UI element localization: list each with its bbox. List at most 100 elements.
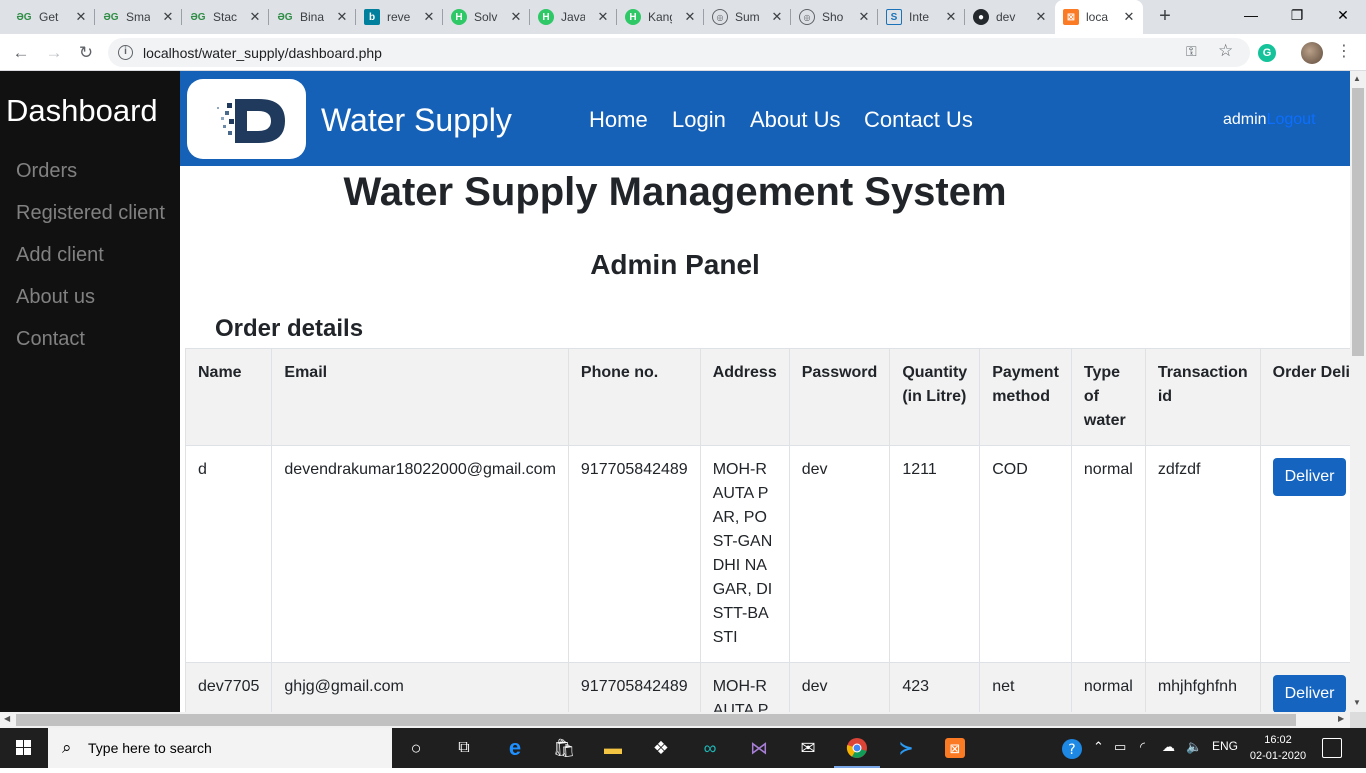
- hackerrank-icon: H: [625, 9, 641, 25]
- browser-tab[interactable]: ◎ Sum ✕: [704, 0, 791, 34]
- scrollbar-thumb[interactable]: [1352, 88, 1364, 356]
- task-view-icon[interactable]: ⧉: [452, 736, 476, 760]
- key-icon[interactable]: ⚿: [1186, 43, 1197, 60]
- url-text[interactable]: localhost/water_supply/dashboard.php: [143, 45, 382, 61]
- grammarly-icon[interactable]: G: [1258, 44, 1276, 62]
- logout-link[interactable]: Logout: [1267, 111, 1316, 128]
- scrollbar-thumb[interactable]: [16, 714, 1296, 726]
- info-icon[interactable]: i: [118, 45, 133, 60]
- close-tab-icon[interactable]: ✕: [73, 9, 89, 25]
- sidebar-item-add-client[interactable]: Add client: [16, 244, 104, 267]
- nav-about-us[interactable]: About Us: [750, 107, 841, 133]
- close-tab-icon[interactable]: ✕: [856, 9, 872, 25]
- sidebar-item-contact[interactable]: Contact: [16, 328, 85, 351]
- help-icon[interactable]: ?: [1060, 737, 1084, 761]
- close-tab-icon[interactable]: ✕: [508, 9, 524, 25]
- chrome-icon[interactable]: [845, 736, 869, 760]
- bookmark-star-icon[interactable]: ☆: [1218, 41, 1233, 61]
- browser-tab-active[interactable]: ⊠ loca ✕: [1055, 0, 1143, 34]
- avatar[interactable]: [1301, 42, 1323, 64]
- close-tab-icon[interactable]: ✕: [769, 9, 785, 25]
- section-title: Order details: [215, 315, 364, 342]
- close-tab-icon[interactable]: ✕: [595, 9, 611, 25]
- deliver-button[interactable]: Deliver: [1272, 675, 1347, 712]
- browser-tab[interactable]: ƏG Stac ✕: [182, 0, 269, 34]
- back-icon[interactable]: ←: [9, 41, 33, 65]
- scroll-down-icon[interactable]: ▼: [1353, 698, 1361, 707]
- sidebar-item-about-us[interactable]: About us: [16, 286, 95, 309]
- tab-title: reve: [387, 10, 411, 24]
- cortana-icon[interactable]: ○: [404, 736, 428, 760]
- reload-icon[interactable]: ↻: [74, 41, 98, 65]
- close-tab-icon[interactable]: ✕: [334, 9, 350, 25]
- close-tab-icon[interactable]: ✕: [247, 9, 263, 25]
- scroll-up-icon[interactable]: ▲: [1353, 74, 1361, 83]
- file-explorer-icon[interactable]: ▬: [601, 736, 625, 760]
- notification-icon[interactable]: [1322, 738, 1342, 758]
- browser-tab[interactable]: ƏG Get ✕: [8, 0, 95, 34]
- taskbar-search[interactable]: ⌕ Type here to search: [48, 728, 392, 768]
- visual-studio-icon[interactable]: ⋈: [747, 736, 771, 760]
- tab-title: Inte: [909, 10, 930, 24]
- windows-start-icon[interactable]: [0, 728, 48, 768]
- xampp-taskbar-icon[interactable]: ⊠: [943, 736, 967, 760]
- username: admin: [1223, 111, 1267, 128]
- browser-tab[interactable]: ƏG Bina ✕: [269, 0, 356, 34]
- tab-title: Bina: [300, 10, 324, 24]
- wifi-icon[interactable]: ◜: [1140, 739, 1145, 755]
- mail-icon[interactable]: ✉: [796, 736, 820, 760]
- sidebar-item-orders[interactable]: Orders: [16, 160, 77, 183]
- site-title[interactable]: Water Supply: [321, 102, 512, 139]
- arduino-icon[interactable]: ∞: [698, 736, 722, 760]
- new-tab-icon[interactable]: +: [1154, 5, 1176, 27]
- nav-login[interactable]: Login: [672, 107, 726, 133]
- scroll-right-icon[interactable]: ▶: [1338, 714, 1344, 723]
- address-bar[interactable]: i localhost/water_supply/dashboard.php ⚿…: [108, 38, 1250, 67]
- cell-transaction: zdfzdf: [1144, 445, 1261, 663]
- minimize-icon[interactable]: —: [1228, 0, 1274, 30]
- browser-tab[interactable]: ƏG Sma ✕: [95, 0, 182, 34]
- browser-tab[interactable]: H Solv ✕: [443, 0, 530, 34]
- clock[interactable]: 16:02 02-01-2020: [1248, 732, 1308, 764]
- menu-icon[interactable]: ⋮: [1336, 42, 1352, 62]
- horizontal-scrollbar[interactable]: ◀ ▶: [0, 712, 1350, 728]
- close-tab-icon[interactable]: ✕: [1121, 9, 1137, 25]
- nav-home[interactable]: Home: [589, 107, 648, 133]
- language-indicator[interactable]: ENG: [1212, 739, 1238, 753]
- close-tab-icon[interactable]: ✕: [682, 9, 698, 25]
- volume-icon[interactable]: 🔈: [1186, 739, 1202, 755]
- scroll-left-icon[interactable]: ◀: [4, 714, 10, 723]
- column-header: Name: [184, 348, 273, 446]
- close-tab-icon[interactable]: ✕: [1033, 9, 1049, 25]
- restore-icon[interactable]: ❐: [1274, 0, 1320, 30]
- taskbar: ⌕ Type here to search ○ ⧉ e 🛍 ▬ ❖ ∞ ⋈ ✉ …: [0, 728, 1366, 768]
- store-icon[interactable]: 🛍: [552, 736, 576, 760]
- cell-transaction: mhjhfghfnh: [1144, 662, 1261, 712]
- geeksforgeeks-icon: ƏG: [190, 11, 206, 23]
- close-tab-icon[interactable]: ✕: [943, 9, 959, 25]
- vscode-icon[interactable]: ≻: [894, 736, 918, 760]
- tab-title: Solv: [474, 10, 498, 24]
- chevron-up-icon[interactable]: ⌃: [1093, 739, 1104, 755]
- browser-tab[interactable]: b reve ✕: [356, 0, 443, 34]
- onedrive-icon[interactable]: ☁: [1162, 739, 1175, 755]
- close-tab-icon[interactable]: ✕: [421, 9, 437, 25]
- battery-icon[interactable]: ▭: [1114, 739, 1126, 755]
- browser-tab[interactable]: H Kang ✕: [617, 0, 704, 34]
- browser-tab[interactable]: H Java ✕: [530, 0, 617, 34]
- browser-tab[interactable]: S Inte ✕: [878, 0, 965, 34]
- browser-tab[interactable]: ◎ Sho ✕: [791, 0, 878, 34]
- dropbox-icon[interactable]: ❖: [649, 736, 673, 760]
- deliver-button[interactable]: Deliver: [1272, 458, 1347, 496]
- sidebar-item-registered-client[interactable]: Registered client: [16, 202, 165, 225]
- site-logo[interactable]: [187, 79, 306, 159]
- edge-icon[interactable]: e: [503, 735, 527, 760]
- vertical-scrollbar[interactable]: ▲ ▼: [1350, 71, 1366, 712]
- nav-contact-us[interactable]: Contact Us: [864, 107, 973, 133]
- column-header: Payment method: [979, 348, 1072, 446]
- close-window-icon[interactable]: ✕: [1320, 0, 1366, 30]
- browser-tab[interactable]: ● dev ✕: [965, 0, 1055, 34]
- cell-password: dev: [788, 662, 891, 712]
- close-tab-icon[interactable]: ✕: [160, 9, 176, 25]
- forward-icon[interactable]: →: [42, 41, 66, 65]
